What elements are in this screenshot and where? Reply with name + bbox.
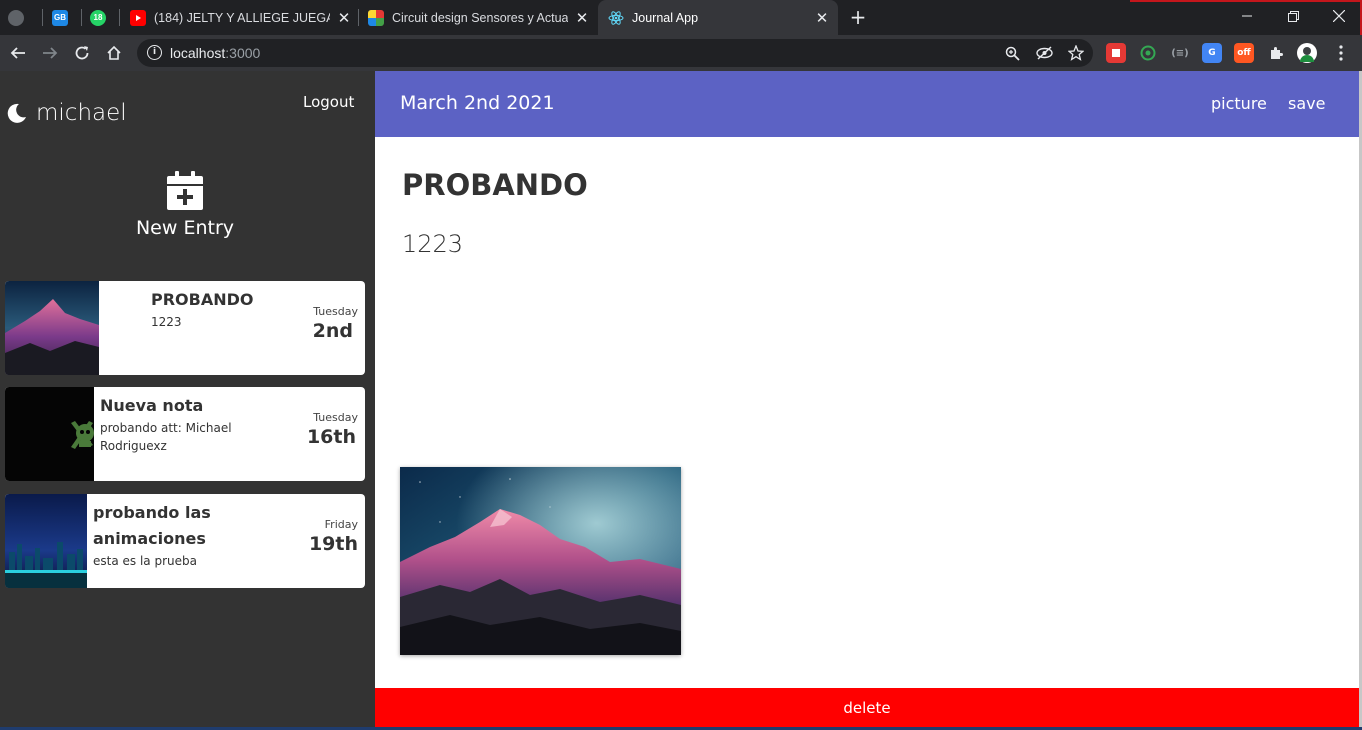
journal-entry[interactable]: probando las animaciones esta es la prue… bbox=[5, 494, 365, 588]
tab-whatsapp[interactable]: 18 bbox=[90, 0, 120, 35]
entry-thumbnail-image bbox=[5, 281, 99, 375]
entry-day: Tuesday bbox=[313, 411, 358, 424]
entry-thumbnail-image bbox=[5, 494, 87, 588]
zoom-icon[interactable] bbox=[1002, 43, 1022, 63]
extension-circle-icon[interactable] bbox=[1138, 43, 1158, 63]
entry-body: esta es la prueba bbox=[93, 554, 197, 568]
entry-date: 16th bbox=[306, 426, 356, 448]
note-screen: March 2nd 2021 picture save PROBANDO 122… bbox=[375, 71, 1359, 730]
user-header: michael bbox=[6, 100, 127, 126]
tab-title: (184) JELTY Y ALLIEGE JUEGAN con bbox=[154, 10, 330, 25]
address-bar[interactable]: i localhost:3000 bbox=[137, 39, 1093, 67]
tab-gb[interactable]: GB bbox=[52, 0, 82, 35]
picture-button[interactable]: picture bbox=[1211, 94, 1267, 113]
tracking-blocked-icon[interactable] bbox=[1034, 43, 1054, 63]
whatsapp-icon: 18 bbox=[90, 9, 106, 26]
entry-day: Tuesday bbox=[313, 305, 358, 318]
tab-tinkercad[interactable]: Circuit design Sensores y Actuadores ✕ bbox=[368, 0, 590, 35]
extensions-puzzle-icon[interactable] bbox=[1266, 43, 1286, 63]
profile-avatar-icon[interactable] bbox=[1297, 43, 1317, 63]
close-tab-icon[interactable]: ✕ bbox=[336, 9, 352, 27]
extension-icon[interactable] bbox=[1106, 43, 1126, 63]
react-icon bbox=[608, 10, 624, 26]
browser-tab-strip: GB 18 (184) JELTY Y ALLIEGE JUEGAN con ✕… bbox=[0, 0, 1362, 35]
save-button[interactable]: save bbox=[1288, 94, 1325, 113]
extension-brackets-icon[interactable]: (≡) bbox=[1170, 43, 1190, 63]
entry-date: 19th bbox=[308, 533, 358, 555]
reload-icon[interactable] bbox=[69, 40, 95, 66]
youtube-icon bbox=[130, 9, 146, 26]
logout-button[interactable]: Logout bbox=[303, 93, 354, 111]
entry-thumbnail-image bbox=[5, 387, 94, 481]
new-entry-button[interactable]: New Entry bbox=[110, 171, 260, 239]
tab-globe[interactable] bbox=[8, 0, 38, 35]
bookmark-star-icon[interactable] bbox=[1066, 43, 1086, 63]
entry-body: 1223 bbox=[151, 315, 182, 329]
entry-date: 2nd bbox=[312, 320, 353, 342]
entry-body: probando att: Michael Rodriguexz bbox=[100, 421, 232, 453]
entry-title: Nueva nota bbox=[100, 396, 204, 415]
username: michael bbox=[36, 100, 127, 126]
tinkercad-icon bbox=[368, 9, 384, 26]
gb-icon: GB bbox=[52, 9, 68, 26]
note-appbar: March 2nd 2021 picture save bbox=[375, 71, 1359, 137]
note-date: March 2nd 2021 bbox=[400, 92, 555, 114]
journal-sidebar: michael Logout New Entry PROBANDO 1223 T… bbox=[0, 71, 375, 730]
home-icon[interactable] bbox=[101, 40, 127, 66]
close-tab-icon[interactable]: ✕ bbox=[814, 9, 830, 27]
note-image bbox=[400, 467, 681, 655]
entry-title: probando las animaciones bbox=[93, 503, 211, 548]
translate-icon[interactable]: G bbox=[1202, 43, 1222, 63]
delete-button[interactable]: delete bbox=[375, 688, 1359, 730]
entry-title: PROBANDO bbox=[151, 290, 254, 309]
extension-off-icon[interactable]: off bbox=[1234, 43, 1254, 63]
tab-journal-app[interactable]: Journal App ✕ bbox=[598, 0, 838, 35]
browser-toolbar: i localhost:3000 (≡) G off bbox=[0, 35, 1362, 71]
new-tab-button[interactable]: + bbox=[846, 6, 870, 30]
new-entry-label: New Entry bbox=[135, 217, 235, 239]
calendar-plus-icon bbox=[167, 171, 203, 210]
forward-arrow-icon[interactable] bbox=[37, 40, 63, 66]
url-text[interactable]: localhost:3000 bbox=[170, 45, 260, 61]
entry-day: Friday bbox=[324, 518, 358, 531]
back-arrow-icon[interactable] bbox=[5, 40, 31, 66]
close-window-icon[interactable] bbox=[1316, 0, 1362, 32]
tab-title: Circuit design Sensores y Actuadores bbox=[392, 10, 568, 25]
close-tab-icon[interactable]: ✕ bbox=[574, 9, 590, 27]
journal-entry[interactable]: Nueva nota probando att: Michael Rodrigu… bbox=[5, 387, 365, 481]
note-body-textarea[interactable]: 1223 bbox=[402, 230, 463, 258]
globe-icon bbox=[8, 9, 24, 26]
note-title-input[interactable]: PROBANDO bbox=[402, 168, 588, 202]
minimize-icon[interactable] bbox=[1224, 0, 1270, 32]
restore-icon[interactable] bbox=[1270, 0, 1316, 32]
tab-youtube[interactable]: (184) JELTY Y ALLIEGE JUEGAN con ✕ bbox=[130, 0, 352, 35]
tab-title: Journal App bbox=[632, 10, 699, 25]
more-menu-icon[interactable] bbox=[1331, 43, 1351, 63]
journal-entry[interactable]: PROBANDO 1223 Tuesday 2nd bbox=[5, 281, 365, 375]
moon-icon bbox=[7, 103, 26, 123]
mountain-image bbox=[400, 467, 681, 655]
site-info-icon[interactable]: i bbox=[147, 45, 162, 60]
